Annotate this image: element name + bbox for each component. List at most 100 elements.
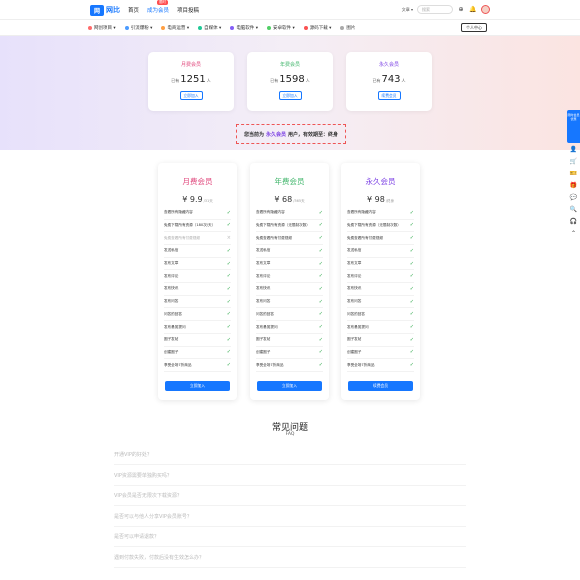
buy-button[interactable]: 立即加入 [165,381,230,391]
category-item[interactable]: 引流爆粉 ▾ [124,25,152,31]
feature-row: 圈子发帖 ✓ [164,334,231,347]
site-logo[interactable]: 网 网比 [90,4,124,16]
faq-item[interactable]: VIP资源需要单独购买吗？ [114,466,466,486]
category-label: 网创项目 ▾ [94,26,116,31]
faq-item[interactable]: 是否可以申请退款？ [114,527,466,547]
check-icon: ✓ [409,273,414,280]
feature-label: 享受全场7折商品 [256,362,284,367]
count-value: 743 [381,74,401,85]
category-dot-icon [303,25,308,30]
feature-label: 免费下载所有资源（无限制次数） [256,222,310,227]
feature-row: 创建圈子 ✓ [256,347,323,360]
category-item[interactable]: 网创项目 ▾ [88,25,116,31]
user-center-button[interactable]: 个人中心 [461,23,487,32]
feature-row: 免费下载所有资源（180次/天） ✓ [164,220,231,233]
category-item[interactable]: 图片 [340,25,355,31]
nav-submit-project[interactable]: 项目投稿 [177,6,199,14]
buy-button[interactable]: 立即加入 [257,381,322,391]
nav-membership[interactable]: 成为会员 限时 [147,0,169,14]
cross-icon: × [226,235,231,242]
feature-row: 发布文章 ✓ [347,258,414,271]
membership-card: 年费会员已有1598人 立即加入 [247,52,333,111]
category-label: 源码下载 ▾ [309,26,332,31]
search-icon[interactable]: 🔍 [567,203,580,215]
top-icon[interactable]: ⌃ [567,227,580,239]
feature-label: 问答的回答 [347,311,365,316]
join-button[interactable]: 立即加入 [179,91,203,100]
feature-label: 查看所有隐藏内容 [164,210,193,215]
membership-card-title: 年费会员 [279,62,300,68]
headset-icon[interactable]: 🎧 [567,215,580,227]
feature-label: 发布悬赏提问 [256,324,278,329]
category-item[interactable]: 电脑软件 ▾ [230,25,258,31]
search-type-select[interactable]: 文章 ▾ [402,7,413,13]
feature-row: 问答的回答 ✓ [347,309,414,322]
check-icon: ✓ [318,362,323,369]
count-suffix: 人 [206,78,211,83]
join-button[interactable]: 续费会员 [377,91,401,100]
membership-card-title: 月费会员 [180,62,201,68]
nav-home[interactable]: 首页 [128,6,139,14]
category-item[interactable]: 源码下载 ▾ [303,25,332,31]
feature-label: 创建圈子 [347,349,362,354]
feature-label: 发布悬赏提问 [347,324,369,329]
feature-row: 发布问答 ✓ [164,296,231,309]
price-card-title: 月费会员 [182,177,213,186]
feature-label: 发布问答 [256,299,271,304]
feature-label: 发布文章 [164,261,179,266]
feature-label: 发布评论 [164,273,179,278]
feature-label: 发布问答 [164,299,179,304]
feature-label: 发送私信 [347,248,362,253]
count-value: 1251 [180,74,206,85]
check-icon: ✓ [409,362,414,369]
feature-label: 问答的回答 [164,311,182,316]
faq-item[interactable]: VIP会员是否无限次下载资源？ [114,486,466,506]
add-icon[interactable]: ⊕ [457,6,465,14]
logo-text: 网比 [106,6,120,14]
check-icon: ✓ [318,235,323,242]
bell-icon[interactable]: 🔔 [469,6,477,14]
check-icon: ✓ [226,336,231,343]
membership-count: 已有1598人 [247,74,333,85]
join-button[interactable]: 立即加入 [278,91,302,100]
category-item[interactable]: 电商运营 ▾ [161,25,189,31]
category-item[interactable]: 安卓软件 ▾ [267,25,295,31]
faq-item[interactable]: 开通VIP的好处？ [114,445,466,465]
feature-row: 发布评论 ✓ [347,271,414,283]
user-icon[interactable]: 👤 [567,143,580,155]
faq-item[interactable]: 是否可以与他人分享VIP会员账号？ [114,507,466,527]
feature-row: 享受全场7折商品 ✓ [347,359,414,372]
check-icon: ✓ [409,285,414,292]
category-item[interactable]: 自媒体 ▾ [198,25,221,31]
feature-label: 发布评论 [256,273,271,278]
top-nav: 首页 成为会员 限时 项目投稿 [128,0,199,14]
coupon-icon[interactable]: 🎫 [567,167,580,179]
feature-label: 免费下载所有资源（无限制次数） [347,222,401,227]
price-amount: ¥ 9.9 [182,195,203,204]
check-icon: ✓ [226,285,231,292]
feature-label: 发布文章 [256,261,271,266]
feature-row: 发送私信 ✓ [256,245,323,258]
membership-card: 永久会员 已有743人 续费会员 [346,52,432,111]
avatar[interactable] [481,5,490,14]
check-icon: ✓ [226,362,231,369]
check-icon: ✓ [318,260,323,267]
cart-icon[interactable]: 🛒 [567,155,580,167]
category-dot-icon [267,25,272,30]
feature-label: 查看所有隐藏内容 [256,210,285,215]
count-prefix: 已有 [171,78,180,83]
category-list: 网创项目 ▾ 引流爆粉 ▾ 电商运营 ▾ 自媒体 ▾ 电脑软件 ▾ 安卓软件 ▾ 源码下载 … [88,25,355,31]
check-icon: ✓ [226,209,231,216]
hot-badge: 限时 [157,0,169,5]
buy-button[interactable]: 续费会员 [348,381,413,391]
chat-icon[interactable]: 💬 [567,191,580,203]
sidebar-promo[interactable]: 限时会员优惠 [567,110,580,143]
notice-after: 用户，有效期至：终身 [288,131,339,138]
faq-item[interactable]: 遇到付款失败，付款后没有生效怎么办？ [114,548,466,568]
search-input[interactable]: 搜索 [417,5,453,14]
category-dot-icon [198,25,203,30]
feature-label: 发布文章 [347,261,362,266]
feature-row: 发送私信 ✓ [164,245,231,258]
feature-row: 免费下载所有资源（无限制次数） ✓ [347,220,414,233]
gift-icon[interactable]: 🎁 [567,179,580,191]
